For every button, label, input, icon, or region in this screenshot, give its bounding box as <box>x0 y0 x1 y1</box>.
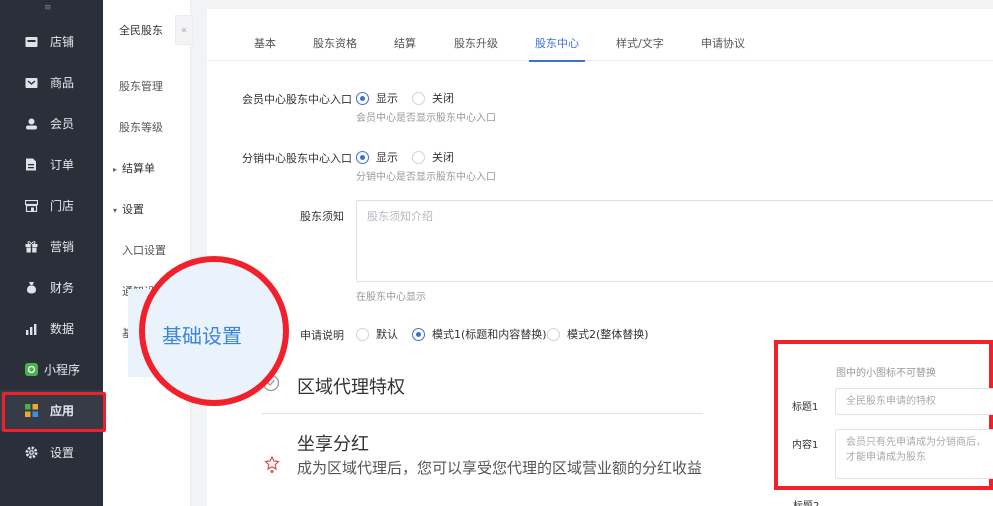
radio-unchecked-icon <box>412 150 425 164</box>
submenu-group-label: 结算单 <box>122 162 156 175</box>
sidebar-item-finance[interactable]: 财务 <box>0 267 103 308</box>
sidebar-item-label: 数据 <box>50 322 75 336</box>
icon-note: 图中的小图标不可替换 <box>836 368 936 379</box>
gift-icon <box>24 240 38 254</box>
tab-settlement[interactable]: 结算 <box>394 35 416 60</box>
notice-textarea[interactable]: 股东须知介绍 <box>356 200 993 282</box>
sidebar-item-store[interactable]: 店铺 <box>0 21 103 62</box>
sidebar-item-goods[interactable]: 商品 <box>0 62 103 103</box>
content1-label: 内容1 <box>792 440 819 451</box>
zoom-label-basic-settings: 基础设置 <box>162 324 242 348</box>
preview-description: 成为区域代理后，您可以享受您代理的区域营业额的分红收益 <box>297 459 703 477</box>
member-entry-hint: 会员中心是否显示股东中心入口 <box>356 113 496 124</box>
notice-hint: 在股东中心显示 <box>356 292 426 303</box>
radio-label: 模式1(标题和内容替换) <box>432 328 547 341</box>
dist-entry-show-radio[interactable]: 显示 <box>356 149 398 165</box>
goods-icon <box>24 76 38 90</box>
sidebar-item-label: 门店 <box>50 199 75 213</box>
dividend-icon <box>262 455 282 475</box>
sidebar-item-data[interactable]: 数据 <box>0 308 103 349</box>
sidebar-item-label: 店铺 <box>50 35 75 49</box>
sidebar-item-label: 商品 <box>50 76 75 90</box>
radio-checked-icon <box>356 91 369 105</box>
sidebar-item-marketing[interactable]: 营销 <box>0 226 103 267</box>
radio-label: 默认 <box>376 328 398 341</box>
sidebar-item-label: 设置 <box>50 446 75 460</box>
sidebar-item-shop[interactable]: 门店 <box>0 185 103 226</box>
tab-style-text[interactable]: 样式/文字 <box>616 35 664 60</box>
content1-textarea[interactable]: 会员只有先申请成为分销商后，才能申请成为股东 <box>835 429 993 479</box>
sidebar-item-miniprogram[interactable]: 小程序 <box>0 349 103 390</box>
submenu-group-label: 设置 <box>122 203 145 216</box>
apply-default-radio[interactable]: 默认 <box>356 326 398 342</box>
radio-label: 显示 <box>376 92 398 105</box>
submenu-title: 全民股东 <box>119 24 163 37</box>
tab-agreement[interactable]: 申请协议 <box>701 35 745 60</box>
submenu-item-entry-settings[interactable]: 入口设置 <box>122 242 166 258</box>
apply-mode2-radio[interactable]: 模式2(整体替换) <box>547 326 649 342</box>
store-icon <box>24 35 38 49</box>
submenu-group-settings[interactable]: ▾ 设置 <box>113 201 144 217</box>
preview-divider <box>262 413 703 414</box>
caret-down-icon: ▾ <box>113 206 118 215</box>
member-entry-show-radio[interactable]: 显示 <box>356 90 398 106</box>
title1-input[interactable]: 全民股东申请的特权 <box>835 388 993 415</box>
title1-label: 标题1 <box>792 402 819 413</box>
gear-icon <box>24 446 38 460</box>
dist-entry-close-radio[interactable]: 关闭 <box>412 149 454 165</box>
sidebar-item-settings[interactable]: 设置 <box>0 432 103 473</box>
chart-icon <box>24 322 38 336</box>
money-bag-icon <box>24 281 38 295</box>
secondary-menu: 全民股东 股东管理 股东等级 ▸结算单 ▾设置 入口设置 通知设 基础 <box>103 0 191 506</box>
collapse-menu-button[interactable]: « <box>175 15 193 45</box>
radio-label: 关闭 <box>432 151 454 164</box>
radio-unchecked-icon <box>356 327 369 341</box>
menu-toggle-icon[interactable]: ≡ <box>44 3 52 13</box>
sidebar-item-label: 会员 <box>50 117 75 131</box>
sidebar-item-member[interactable]: 会员 <box>0 103 103 144</box>
submenu-group-settlement[interactable]: ▸ 结算单 <box>113 160 155 176</box>
radio-label: 模式2(整体替换) <box>567 328 649 341</box>
tab-qualification[interactable]: 股东资格 <box>313 35 357 60</box>
order-icon <box>24 158 38 172</box>
radio-label: 显示 <box>376 151 398 164</box>
tab-basic[interactable]: 基本 <box>254 35 276 60</box>
submenu-item-shareholder-manage[interactable]: 股东管理 <box>119 78 163 94</box>
member-icon <box>24 117 38 131</box>
title-content-annotation-box: 图中的小图标不可替换 标题1 全民股东申请的特权 内容1 会员只有先申请成为分销… <box>774 340 993 490</box>
tab-shareholder-center[interactable]: 股东中心 <box>529 35 585 62</box>
tab-upgrade[interactable]: 股东升级 <box>454 35 498 60</box>
notice-label: 股东须知 <box>300 210 344 223</box>
miniprogram-icon <box>24 363 38 377</box>
member-entry-label: 会员中心股东中心入口 <box>242 93 352 106</box>
dist-entry-label: 分销中心股东中心入口 <box>242 152 352 165</box>
member-entry-close-radio[interactable]: 关闭 <box>412 90 454 106</box>
settings-tabs: 基本 股东资格 结算 股东升级 股东中心 样式/文字 申请协议 <box>207 31 993 62</box>
shop-icon <box>24 199 38 213</box>
sidebar-item-label: 小程序 <box>44 363 81 377</box>
title2-label: 标题2 <box>793 497 819 506</box>
caret-right-icon: ▸ <box>113 165 118 174</box>
preview-title: 区域代理特权 <box>297 377 405 398</box>
submenu-item-shareholder-level[interactable]: 股东等级 <box>119 119 163 135</box>
radio-unchecked-icon <box>412 91 425 105</box>
apply-mode1-radio[interactable]: 模式1(标题和内容替换) <box>412 326 547 342</box>
radio-checked-icon <box>356 150 369 164</box>
apps-highlight-box <box>2 392 106 432</box>
preview-heading: 坐享分红 <box>297 434 369 455</box>
radio-unchecked-icon <box>547 327 560 341</box>
apply-label: 申请说明 <box>300 329 344 342</box>
sidebar-item-label: 财务 <box>50 281 75 295</box>
radio-label: 关闭 <box>432 92 454 105</box>
dist-entry-hint: 分销中心是否显示股东中心入口 <box>356 172 496 183</box>
sidebar-item-label: 订单 <box>50 158 75 172</box>
sidebar-item-order[interactable]: 订单 <box>0 144 103 185</box>
radio-checked-icon <box>412 327 425 341</box>
sidebar-item-label: 营销 <box>50 240 75 254</box>
